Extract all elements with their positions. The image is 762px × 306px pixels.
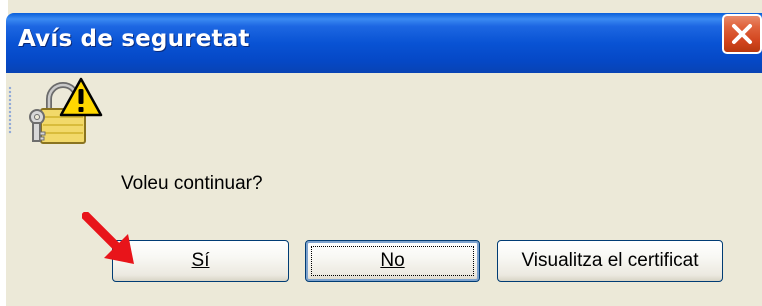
- no-button[interactable]: No: [305, 240, 480, 282]
- view-certificate-button-label: Visualitza el certificat: [521, 250, 699, 271]
- security-warning-dialog: Avís de seguretat Voleu continuar? Sí No…: [0, 0, 762, 306]
- resize-grip: [8, 86, 12, 134]
- yes-button-label: Sí: [191, 250, 210, 271]
- yes-button[interactable]: Sí: [112, 240, 289, 282]
- close-icon: [732, 24, 752, 44]
- red-arrow-icon: [82, 212, 134, 264]
- lock-warning-icon: [29, 77, 103, 144]
- title-bar[interactable]: Avís de seguretat: [6, 13, 762, 73]
- view-certificate-button[interactable]: Visualitza el certificat: [497, 240, 723, 282]
- window-title: Avís de seguretat: [18, 26, 250, 52]
- close-button[interactable]: [722, 14, 762, 54]
- confirmation-message: Voleu continuar?: [121, 173, 263, 194]
- no-button-label: No: [380, 250, 405, 271]
